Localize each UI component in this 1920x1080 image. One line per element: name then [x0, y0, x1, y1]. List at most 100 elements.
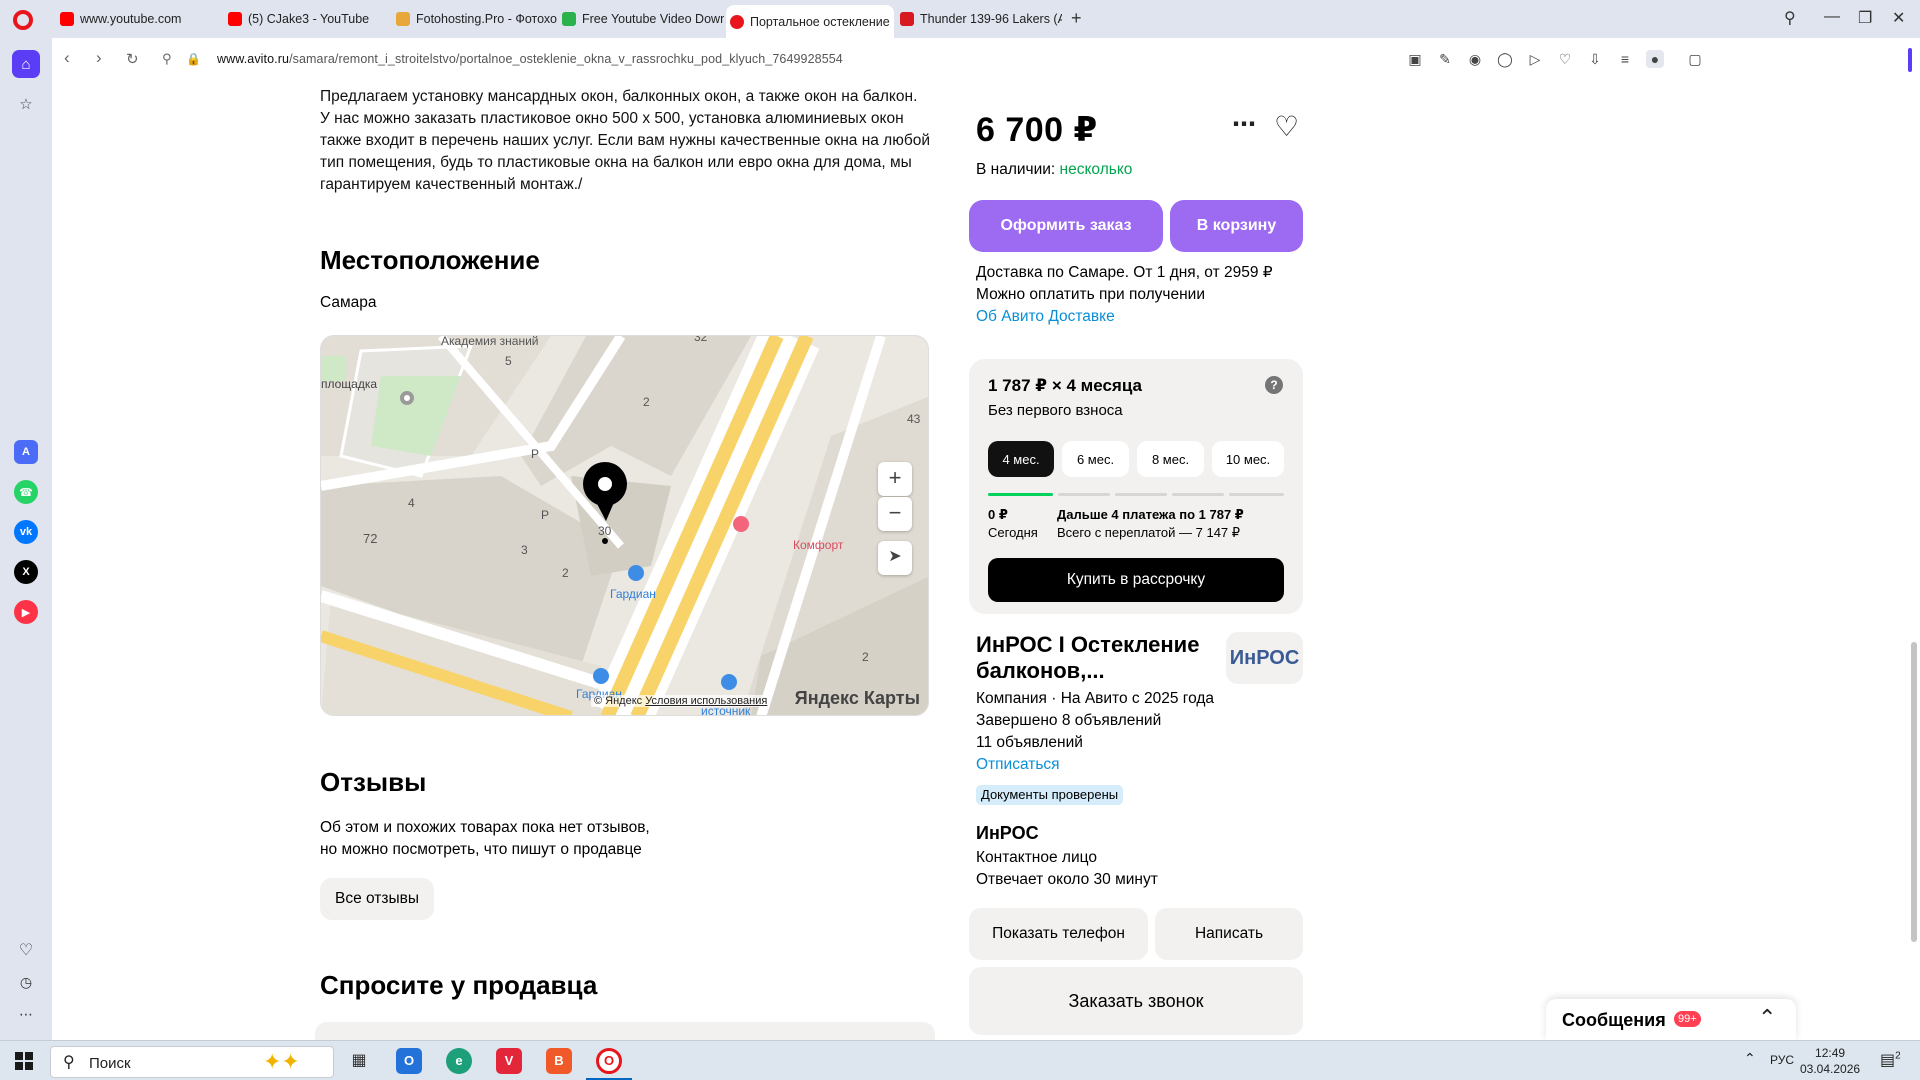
ask-seller-input[interactable] [315, 1022, 935, 1040]
tab-youtube-downloader[interactable]: Free Youtube Video Down [558, 6, 724, 32]
download-icon[interactable]: ⇩ [1586, 50, 1604, 68]
pinboard-star-icon[interactable]: ☆ [12, 90, 40, 118]
term-option-6[interactable]: 6 мес. [1062, 441, 1129, 477]
show-phone-button[interactable]: Показать телефон [969, 908, 1148, 960]
outlook-icon[interactable]: O [396, 1048, 422, 1074]
reader-mode-icon[interactable]: ▣ [1406, 50, 1424, 68]
url-field[interactable]: www.avito.ru/samara/remont_i_stroitelstv… [217, 52, 843, 66]
tab-fotohosting[interactable]: Fotohosting.Pro - Фотохо [392, 6, 558, 32]
language-indicator[interactable]: РУС [1770, 1053, 1794, 1067]
windows-taskbar: ⚲ Поиск ✦✦ ▦ O e V B O ⌃ РУС 12:49 03.04… [0, 1040, 1920, 1080]
map-house-number: 32 [694, 335, 708, 344]
box-icon[interactable]: ▢ [1686, 50, 1704, 68]
close-window-button[interactable]: ✕ [1892, 8, 1905, 28]
map-house-number: 30 [598, 524, 612, 538]
favorite-heart-icon[interactable]: ♡ [1274, 110, 1299, 143]
map-terms-link[interactable]: Условия использования [645, 695, 767, 707]
yandex-maps-logo[interactable]: Яндекс Карты [795, 688, 920, 709]
write-message-button[interactable]: Написать [1155, 908, 1303, 960]
buy-installment-button[interactable]: Купить в рассрочку [988, 558, 1284, 602]
all-reviews-button[interactable]: Все отзывы [320, 878, 434, 920]
term-option-10[interactable]: 10 мес. [1212, 441, 1284, 477]
add-to-cart-button[interactable]: В корзину [1170, 200, 1303, 252]
tab-search-icon[interactable]: ⚲ [1784, 8, 1796, 28]
map[interactable]: Академия знаний площадка Комфорт Гардиан… [320, 335, 929, 716]
task-view-icon[interactable]: ▦ [346, 1048, 372, 1074]
avito-delivery-link[interactable]: Об Авито Доставке [976, 306, 1273, 328]
scrollbar-thumb[interactable] [1911, 642, 1917, 942]
map-label-academy: Академия знаний [441, 335, 539, 348]
map-house-number: 3 [521, 543, 528, 557]
opera-logo-icon[interactable] [13, 10, 33, 30]
messages-widget[interactable]: Сообщения 99+ ⌃ [1546, 999, 1796, 1040]
history-clock-icon[interactable]: ◷ [12, 968, 40, 996]
taskbar-search[interactable]: ⚲ Поиск ✦✦ [50, 1046, 334, 1078]
delivery-line: Доставка по Самаре. От 1 дня, от 2959 ₽ [976, 264, 1273, 281]
tab-avito-active[interactable]: Портальное остекление [726, 5, 894, 38]
listing-description: Предлагаем установку мансардных окон, ба… [320, 88, 931, 193]
more-options-icon[interactable]: ⋯ [12, 1000, 40, 1028]
location-pin-icon[interactable]: ⚲ [162, 51, 172, 67]
map-parking-label: P [531, 447, 540, 461]
tray-chevron-up-icon[interactable]: ⌃ [1744, 1050, 1756, 1067]
documents-verified-badge: Документы проверены [976, 785, 1124, 805]
seller-logo[interactable]: ИнРОС [1226, 632, 1303, 684]
lock-icon[interactable]: 🔒 [186, 52, 201, 66]
stock-label: В наличии: [976, 161, 1056, 178]
tab-bar: www.youtube.com (5) CJake3 - YouTube Fot… [0, 0, 1920, 38]
profile-icon[interactable]: ● [1646, 50, 1664, 68]
order-callback-button[interactable]: Заказать звонок [969, 967, 1303, 1035]
reload-icon[interactable]: ↻ [126, 50, 139, 68]
windows-start-icon[interactable] [15, 1052, 33, 1070]
seller-ads-count[interactable]: 11 объявлений [976, 732, 1214, 754]
shield-icon[interactable]: ◯ [1496, 50, 1514, 68]
term-option-8[interactable]: 8 мес. [1137, 441, 1204, 477]
stock-value: несколько [1059, 161, 1133, 178]
vivaldi-icon[interactable]: V [496, 1048, 522, 1074]
forward-button[interactable]: › [96, 48, 102, 68]
edit-icon[interactable]: ✎ [1436, 50, 1454, 68]
next-payments-label: Дальше 4 платежа по 1 787 ₽ [1057, 507, 1244, 522]
music-player-icon[interactable]: ▶ [14, 600, 38, 624]
zoom-in-button[interactable]: + [878, 462, 912, 496]
tab-title: Портальное остекление [750, 14, 890, 29]
whatsapp-icon[interactable]: ☎ [14, 480, 38, 504]
restore-button[interactable]: ❐ [1858, 8, 1872, 28]
opera-taskbar-icon[interactable]: O [596, 1048, 622, 1074]
player-icon[interactable]: ▷ [1526, 50, 1544, 68]
order-button[interactable]: Оформить заказ [969, 200, 1163, 252]
vk-icon[interactable]: vk [14, 520, 38, 544]
back-button[interactable]: ‹ [64, 48, 70, 68]
home-icon[interactable]: ⌂ [12, 50, 40, 78]
system-clock[interactable]: 12:49 03.04.2026 [1800, 1045, 1860, 1077]
notifications-icon[interactable]: ▤2 [1880, 1050, 1901, 1070]
new-tab-button[interactable]: + [1071, 8, 1082, 29]
term-option-4[interactable]: 4 мес. [988, 441, 1054, 477]
edge-icon[interactable]: e [446, 1048, 472, 1074]
help-question-icon[interactable]: ? [1265, 376, 1283, 394]
brave-icon[interactable]: B [546, 1048, 572, 1074]
aria-icon[interactable]: A [14, 440, 38, 464]
minimize-button[interactable]: — [1824, 8, 1840, 26]
tab-cjake3[interactable]: (5) CJake3 - YouTube [224, 6, 392, 32]
search-icon: ⚲ [63, 1054, 75, 1071]
menu-icon[interactable]: ≡ [1616, 50, 1634, 68]
favorites-heart-icon[interactable]: ♡ [12, 936, 40, 964]
more-options-icon[interactable]: ⋯ [1232, 110, 1256, 139]
seller-name[interactable]: ИнРОС I Остекление балконов,... [976, 632, 1206, 684]
camera-icon[interactable]: ◉ [1466, 50, 1484, 68]
page-scrollbar[interactable] [1908, 82, 1920, 1040]
zoom-out-button[interactable]: − [878, 497, 912, 531]
chevron-up-icon[interactable]: ⌃ [1758, 1005, 1776, 1031]
geolocation-icon[interactable]: ➤ [878, 541, 912, 575]
page-content: Предлагаем установку мансардных окон, ба… [52, 82, 1912, 1040]
x-twitter-icon[interactable]: X [14, 560, 38, 584]
heart-icon[interactable]: ♡ [1556, 50, 1574, 68]
unsubscribe-link[interactable]: Отписаться [976, 754, 1214, 776]
tab-youtube[interactable]: www.youtube.com [56, 6, 224, 32]
youtube-icon [60, 12, 74, 26]
map-house-number: 4 [408, 496, 415, 510]
tab-thunder-lakers[interactable]: Thunder 139-96 Lakers (A [896, 6, 1062, 32]
copilot-sparkle-icon: ✦✦ [263, 1049, 300, 1074]
reviews-text-line: но можно посмотреть, что пишут о продавц… [320, 841, 642, 858]
